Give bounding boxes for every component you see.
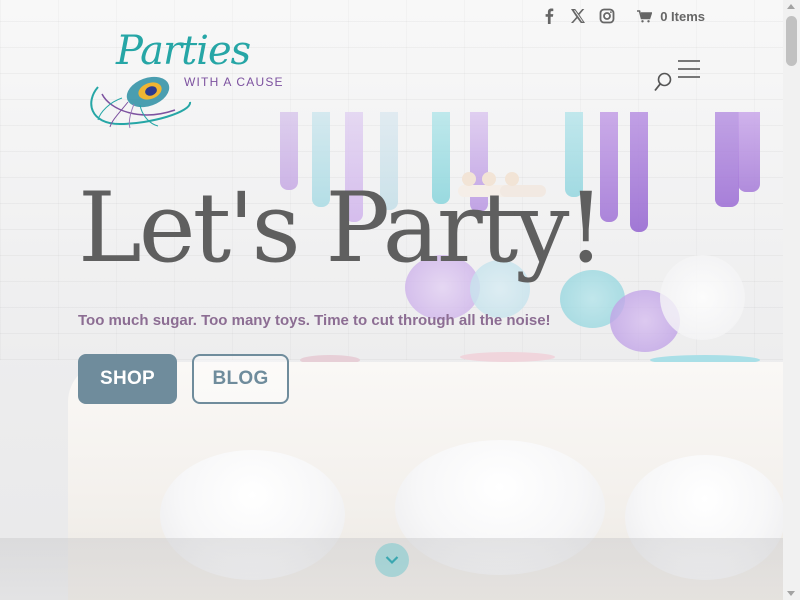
scroll-down-arrow[interactable] (787, 591, 795, 596)
cart-count: 0 Items (660, 8, 705, 24)
tassel-garland (738, 112, 760, 192)
main-header: Parties WITH A CAUSE (0, 28, 783, 129)
hamburger-menu-icon[interactable] (678, 60, 700, 78)
facebook-icon[interactable] (541, 8, 557, 24)
x-twitter-icon[interactable] (570, 8, 586, 24)
hero-tagline: Too much sugar. Too many toys. Time to c… (78, 312, 551, 329)
scroll-down-button[interactable] (375, 543, 409, 577)
logo-brand: Parties (116, 28, 251, 74)
social-links (541, 8, 615, 24)
instagram-icon[interactable] (599, 8, 615, 24)
cart-icon (637, 9, 653, 22)
scroll-up-arrow[interactable] (787, 4, 795, 9)
shop-button[interactable]: SHOP (78, 354, 177, 404)
pompom (660, 255, 745, 340)
plate (460, 352, 555, 362)
chevron-down-icon (385, 556, 399, 565)
hero-headline: Let's Party! (78, 172, 605, 284)
logo-tagline: WITH A CAUSE (184, 75, 284, 89)
search-icon[interactable] (654, 72, 672, 92)
site-logo[interactable]: Parties WITH A CAUSE (80, 28, 295, 130)
scroll-thumb[interactable] (786, 16, 797, 66)
page-scrollbar[interactable] (783, 0, 800, 600)
blog-button[interactable]: BLOG (192, 354, 289, 404)
tassel-garland (715, 112, 739, 207)
cart-link[interactable]: 0 Items (637, 9, 705, 24)
